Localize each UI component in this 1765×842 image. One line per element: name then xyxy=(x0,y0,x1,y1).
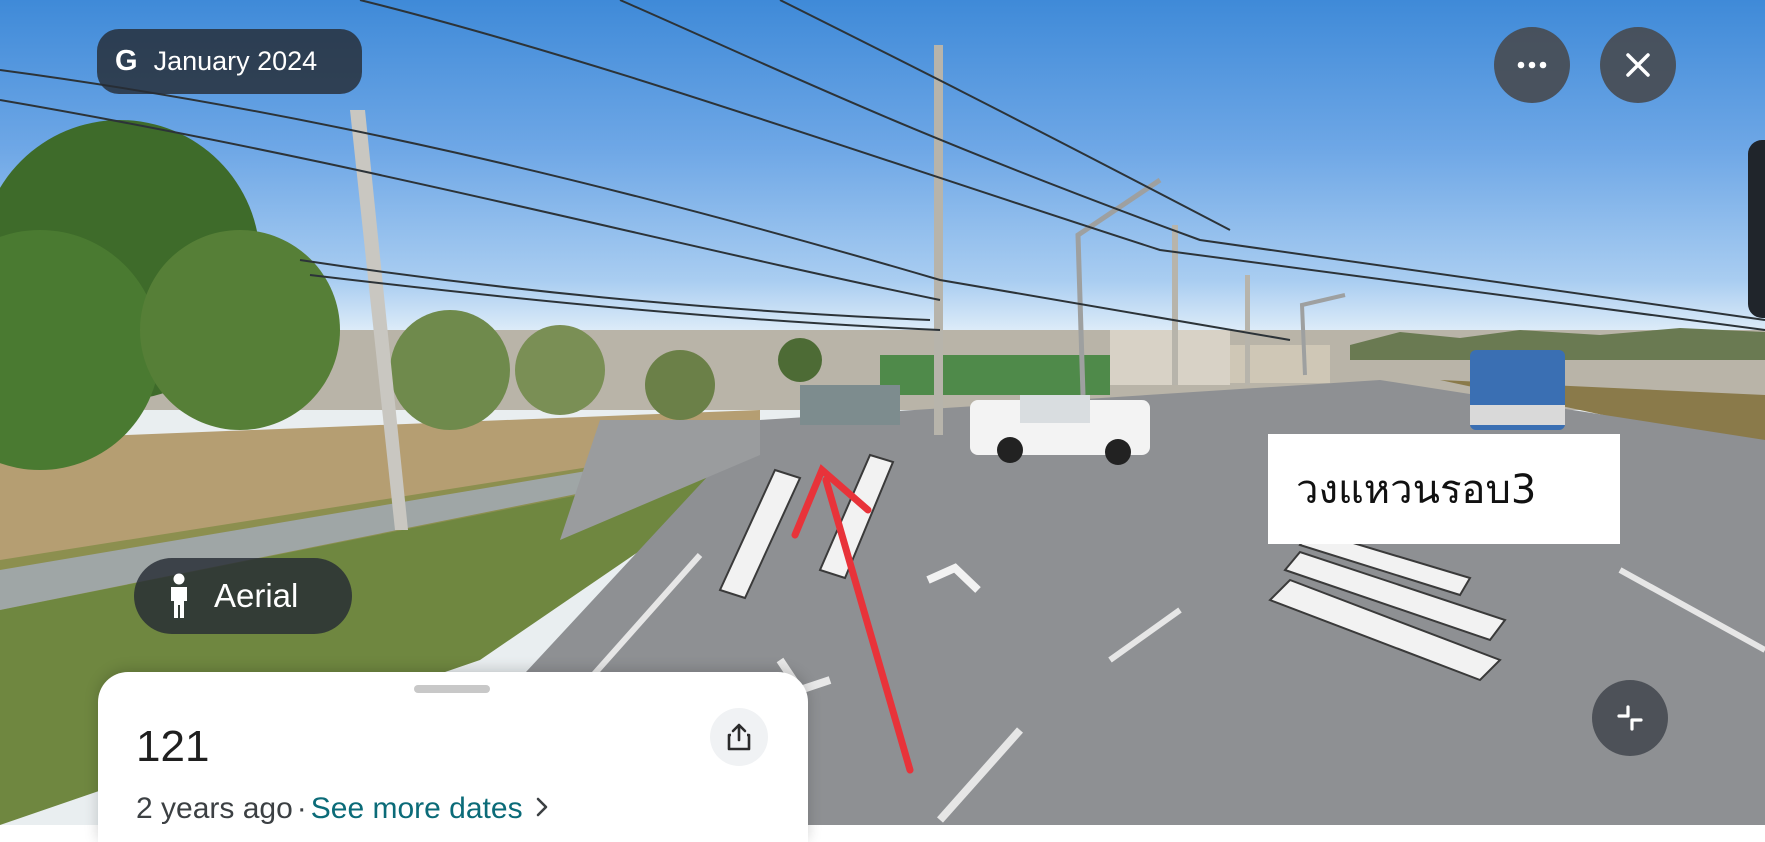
chevron-right-icon[interactable] xyxy=(535,796,549,818)
collapse-view-button[interactable] xyxy=(1592,680,1668,756)
place-info-sheet[interactable]: 121 2 years ago · See more dates xyxy=(98,672,808,842)
sheet-drag-handle[interactable] xyxy=(414,685,490,693)
close-button[interactable] xyxy=(1600,27,1676,103)
imagery-date-badge: G January 2024 xyxy=(97,29,362,94)
imagery-date: January 2024 xyxy=(153,46,318,76)
person-icon xyxy=(171,573,187,618)
see-more-dates-link[interactable]: See more dates xyxy=(311,792,523,825)
aerial-label: Aerial xyxy=(214,577,299,614)
more-options-button[interactable] xyxy=(1494,27,1570,103)
imagery-age-row: 2 years ago · See more dates xyxy=(136,792,549,826)
share-button[interactable] xyxy=(710,708,768,766)
ellipsis-icon xyxy=(1517,61,1547,69)
google-logo-icon: G xyxy=(115,45,138,77)
collapse-icon xyxy=(1617,705,1643,731)
place-title: 121 xyxy=(136,722,210,771)
share-icon xyxy=(727,723,751,751)
aerial-toggle-button[interactable]: Aerial xyxy=(134,558,352,634)
imagery-age: 2 years ago xyxy=(136,792,293,825)
close-icon xyxy=(1626,53,1650,77)
road-name-label: วงแหวนรอบ3 xyxy=(1268,434,1620,544)
side-panel-handle[interactable] xyxy=(1748,140,1765,318)
meta-separator: · xyxy=(296,792,307,825)
pickup-truck xyxy=(970,395,1150,465)
